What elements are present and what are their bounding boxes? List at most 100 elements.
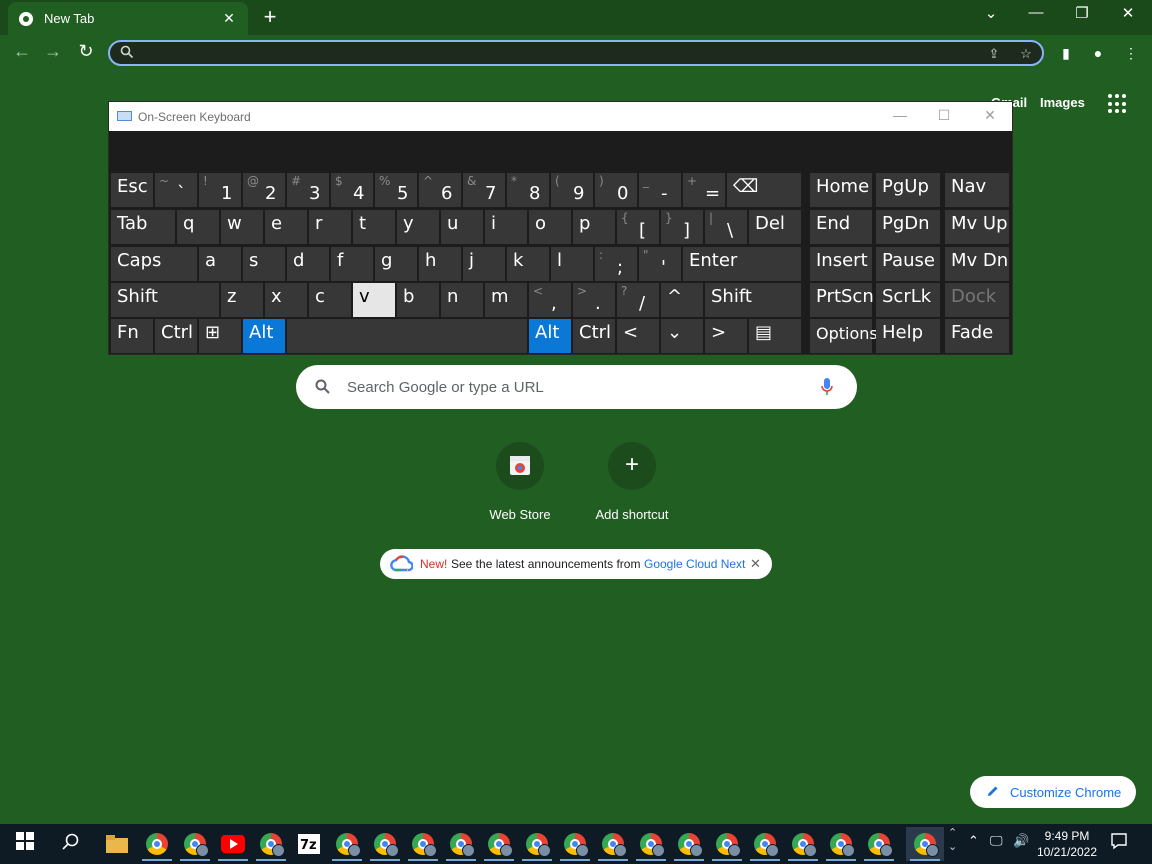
key-v-row4[interactable]: v bbox=[353, 283, 395, 317]
key-mv-up-row2[interactable]: Mv Up bbox=[945, 210, 1009, 244]
key-4-row1[interactable]: $4 bbox=[331, 173, 373, 207]
key-mv-dn-row3[interactable]: Mv Dn bbox=[945, 247, 1009, 281]
key-shift-row4[interactable]: Shift bbox=[111, 283, 219, 317]
osk-close-button[interactable]: ✕ bbox=[975, 107, 1005, 127]
key-caps-row3[interactable]: Caps bbox=[111, 247, 197, 281]
key-enter-row3[interactable]: Enter bbox=[683, 247, 801, 281]
key-pgup-row1[interactable]: PgUp bbox=[876, 173, 940, 207]
key-symbol-13-row2[interactable]: | \ bbox=[705, 210, 747, 244]
key-symbol-11-row2[interactable]: {[ bbox=[617, 210, 659, 244]
key-s-row3[interactable]: s bbox=[243, 247, 285, 281]
key-8-row1[interactable]: * 8 bbox=[507, 173, 549, 207]
share-icon[interactable]: ⇪ bbox=[986, 46, 1002, 62]
key-help-row5[interactable]: Help bbox=[876, 319, 940, 353]
key-fade-row5[interactable]: Fade bbox=[945, 319, 1009, 353]
key-e-row2[interactable]: e bbox=[265, 210, 307, 244]
key-options-row5[interactable]: Options bbox=[810, 319, 878, 353]
key-symbol-9-row4[interactable]: >. bbox=[573, 283, 615, 317]
key-n-row4[interactable]: n bbox=[441, 283, 483, 317]
chrome-icon[interactable] bbox=[518, 827, 556, 861]
key-ctrl-row5[interactable]: Ctrl bbox=[573, 319, 615, 353]
key-6-row1[interactable]: ^ 6 bbox=[419, 173, 461, 207]
key-0-row1[interactable]: ) 0 bbox=[595, 173, 637, 207]
7zip-icon[interactable]: 7z bbox=[290, 827, 328, 861]
key-shift-row4[interactable]: Shift bbox=[705, 283, 801, 317]
key-backspace-row1[interactable]: ⌫ bbox=[727, 173, 801, 207]
key-z-row4[interactable]: z bbox=[221, 283, 263, 317]
key-m-row4[interactable]: m bbox=[485, 283, 527, 317]
chrome-icon[interactable] bbox=[480, 827, 518, 861]
key-q-row2[interactable]: q bbox=[177, 210, 219, 244]
close-icon[interactable]: ✕ bbox=[750, 556, 761, 572]
key-symbol-10-row3[interactable]: :; bbox=[595, 247, 637, 281]
chrome-icon[interactable] bbox=[822, 827, 860, 861]
chrome-icon[interactable] bbox=[670, 827, 708, 861]
youtube-icon[interactable] bbox=[214, 827, 252, 861]
chrome-icon[interactable] bbox=[860, 827, 898, 861]
new-tab-button[interactable]: + bbox=[258, 6, 282, 30]
key-prtscn-row4[interactable]: PrtScn bbox=[810, 283, 874, 317]
customize-chrome-button[interactable]: Customize Chrome bbox=[970, 776, 1136, 808]
chrome-icon[interactable] bbox=[746, 827, 784, 861]
key-home-row1[interactable]: Home bbox=[810, 173, 872, 207]
chrome-icon[interactable] bbox=[708, 827, 746, 861]
key-b-row4[interactable]: b bbox=[397, 283, 439, 317]
back-icon[interactable]: ← bbox=[10, 40, 34, 64]
key-symbol-13-row1[interactable]: + = bbox=[683, 173, 725, 207]
key-symbol-12-row2[interactable]: }] bbox=[661, 210, 703, 244]
key-menu-row5[interactable]: ▤ bbox=[749, 319, 801, 353]
key-down-arrow-row5[interactable]: ⌄ bbox=[661, 319, 703, 353]
forward-icon[interactable]: → bbox=[41, 40, 65, 64]
key-u-row2[interactable]: u bbox=[441, 210, 483, 244]
key-d-row3[interactable]: d bbox=[287, 247, 329, 281]
key-l-row3[interactable]: l bbox=[551, 247, 593, 281]
key-t-row2[interactable]: t bbox=[353, 210, 395, 244]
chrome-icon[interactable] bbox=[594, 827, 632, 861]
osk-minimize-button[interactable]: — bbox=[885, 107, 915, 127]
address-bar[interactable]: ⇪ ☆ bbox=[108, 40, 1044, 66]
volume-icon[interactable]: 🔊 bbox=[1013, 833, 1029, 849]
chrome-icon[interactable] bbox=[906, 827, 944, 861]
key-dock-row4[interactable]: Dock bbox=[945, 283, 1009, 317]
key-k-row3[interactable]: k bbox=[507, 247, 549, 281]
key-5-row1[interactable]: % 5 bbox=[375, 173, 417, 207]
key-alt-row5[interactable]: Alt bbox=[529, 319, 571, 353]
shortcut-web-store[interactable]: Web Store bbox=[464, 442, 576, 532]
restore-button[interactable]: ❐ bbox=[1059, 4, 1105, 26]
key-j-row3[interactable]: j bbox=[463, 247, 505, 281]
key-tab-row2[interactable]: Tab bbox=[111, 210, 175, 244]
profile-icon[interactable]: ● bbox=[1087, 42, 1109, 64]
chrome-icon[interactable] bbox=[404, 827, 442, 861]
key-i-row2[interactable]: i bbox=[485, 210, 527, 244]
key-pgdn-row2[interactable]: PgDn bbox=[876, 210, 940, 244]
file-explorer-icon[interactable] bbox=[98, 827, 136, 861]
menu-icon[interactable]: ⋮ bbox=[1120, 42, 1142, 64]
key-up-arrow-row4[interactable]: ^ bbox=[661, 283, 703, 317]
key-x-row4[interactable]: x bbox=[265, 283, 307, 317]
key-h-row3[interactable]: h bbox=[419, 247, 461, 281]
side-panel-icon[interactable]: ▮ bbox=[1055, 42, 1077, 64]
key-fn-row5[interactable]: Fn bbox=[111, 319, 153, 353]
chevron-up-icon[interactable]: ⌃ bbox=[968, 833, 979, 849]
key-symbol-1-row1[interactable]: ~ ` bbox=[155, 173, 197, 207]
chrome-icon[interactable] bbox=[556, 827, 594, 861]
notifications-icon[interactable] bbox=[1110, 832, 1128, 853]
key-9-row1[interactable]: (9 bbox=[551, 173, 593, 207]
key-space-row5[interactable] bbox=[287, 319, 527, 353]
key-end-row2[interactable]: End bbox=[810, 210, 872, 244]
windows-start-icon[interactable] bbox=[16, 832, 34, 853]
key-f-row3[interactable]: f bbox=[331, 247, 373, 281]
key-r-row2[interactable]: r bbox=[309, 210, 351, 244]
key-del-row2[interactable]: Del bbox=[749, 210, 801, 244]
key-p-row2[interactable]: p bbox=[573, 210, 615, 244]
key-o-row2[interactable]: o bbox=[529, 210, 571, 244]
reload-icon[interactable]: ↻ bbox=[74, 40, 98, 64]
key-alt-row5[interactable]: Alt bbox=[243, 319, 285, 353]
key-insert-row3[interactable]: Insert bbox=[810, 247, 872, 281]
network-icon[interactable]: 🖵 bbox=[990, 833, 1003, 849]
key-w-row2[interactable]: w bbox=[221, 210, 263, 244]
chrome-icon[interactable] bbox=[442, 827, 480, 861]
shortcut-add[interactable]: + Add shortcut bbox=[576, 442, 688, 532]
key-g-row3[interactable]: g bbox=[375, 247, 417, 281]
osk-maximize-button[interactable]: ☐ bbox=[929, 107, 959, 127]
